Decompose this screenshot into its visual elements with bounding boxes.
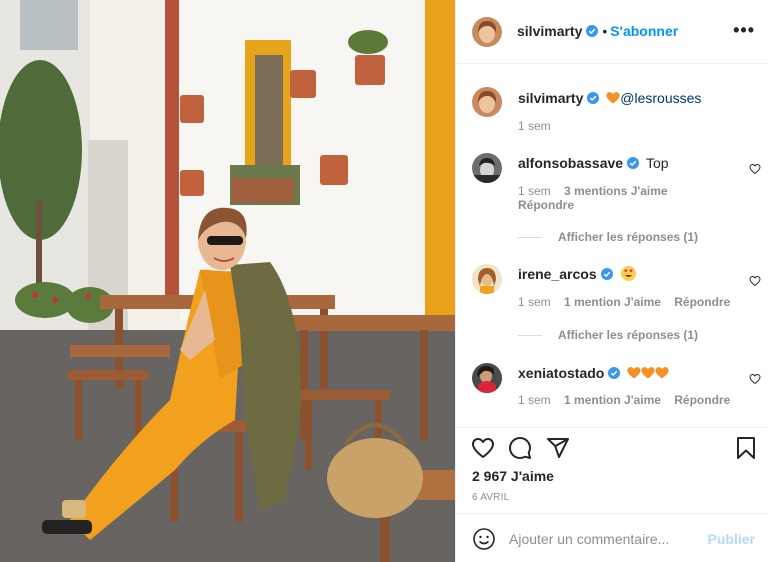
comment-item: alfonsobassave Top 1 sem 3 mentions J'ai… <box>456 145 768 255</box>
comment-meta: 1 sem 3 mentions J'aime <box>518 184 668 198</box>
comment-text: alfonsobassave Top <box>518 155 669 171</box>
comment-time[interactable]: 1 sem <box>518 184 551 198</box>
verified-badge-icon <box>587 92 600 104</box>
comment-likes-count[interactable]: 1 mention J'aime <box>564 393 661 407</box>
orange-heart-emoji <box>606 91 620 104</box>
view-replies-button[interactable]: Afficher les réponses (1) <box>518 230 698 244</box>
view-replies-label: Afficher les réponses (1) <box>558 230 699 244</box>
orange-hearts-emoji <box>627 365 669 381</box>
caption-time[interactable]: 1 sem <box>518 119 551 133</box>
comment-like-heart-icon[interactable] <box>749 275 761 287</box>
post-actions: 2 967 J'aime 6 AVRIL <box>456 427 768 513</box>
comment-text: xeniatostado <box>518 365 669 381</box>
commenter-avatar[interactable] <box>472 153 502 183</box>
reply-button[interactable]: Répondre <box>674 295 730 309</box>
comment-like-heart-icon[interactable] <box>749 163 761 175</box>
verified-badge-icon <box>600 268 613 280</box>
verified-badge-icon <box>586 25 599 37</box>
caption-text: silvimarty @lesrousses <box>518 90 701 106</box>
divider-line <box>518 335 542 337</box>
heart-eyes-emoji <box>620 266 636 281</box>
comment-composer: Publier <box>456 513 768 562</box>
comment-time[interactable]: 1 sem <box>518 393 551 407</box>
comment-bubble-icon[interactable] <box>508 436 532 460</box>
paper-plane-icon[interactable] <box>546 436 570 460</box>
bookmark-icon[interactable] <box>734 436 758 460</box>
comment-time[interactable]: 1 sem <box>518 295 551 309</box>
view-replies-label: Afficher les réponses (1) <box>558 328 699 342</box>
divider-line <box>518 237 542 239</box>
commenter-avatar[interactable] <box>472 264 502 294</box>
comment-username[interactable]: xeniatostado <box>518 365 604 381</box>
author-username[interactable]: silvimarty <box>517 23 582 39</box>
follow-button[interactable]: S'abonner <box>610 23 678 39</box>
post-photo[interactable] <box>0 0 455 562</box>
caption-meta: 1 sem <box>518 119 551 133</box>
orange-heart-emoji <box>641 366 655 379</box>
caption-mention[interactable]: @lesrousses <box>620 90 701 106</box>
comment-item: irene_arcos 1 sem 1 mention J'aime Répon… <box>456 255 768 355</box>
comments-section[interactable]: silvimarty @lesrousses 1 sem alfonsobass… <box>456 65 768 427</box>
likes-count[interactable]: 2 967 J'aime <box>472 468 554 484</box>
caption-username[interactable]: silvimarty <box>518 90 583 106</box>
comment-body: Top <box>645 155 669 171</box>
comment-item: xeniatostado 1 sem 1 mention J'aime Répo… <box>456 355 768 427</box>
comment-username[interactable]: alfonsobassave <box>518 155 623 171</box>
comment-meta: 1 sem 1 mention J'aime Répondre <box>518 393 730 407</box>
publish-button[interactable]: Publier <box>708 531 755 547</box>
verified-badge-icon <box>608 367 621 379</box>
post-header: silvimarty • S'abonner ••• <box>456 0 768 64</box>
verified-badge-icon <box>627 157 640 169</box>
comment-like-heart-icon[interactable] <box>749 373 761 385</box>
reply-button[interactable]: Répondre <box>674 393 730 407</box>
comment-meta: 1 sem 1 mention J'aime Répondre <box>518 295 730 309</box>
comment-username[interactable]: irene_arcos <box>518 266 597 282</box>
separator-dot: • <box>602 23 608 39</box>
avatar-image <box>472 17 502 47</box>
post-image <box>0 0 455 562</box>
header-user-line: silvimarty • S'abonner <box>517 23 678 39</box>
post-date[interactable]: 6 AVRIL <box>472 492 509 503</box>
caption-avatar[interactable] <box>472 87 502 117</box>
caption: silvimarty @lesrousses 1 sem <box>456 65 768 145</box>
heart-icon[interactable] <box>471 436 495 460</box>
orange-heart-emoji <box>655 366 669 379</box>
post-panel: silvimarty • S'abonner ••• silvimarty @les… <box>455 0 768 562</box>
comment-likes-count[interactable]: 1 mention J'aime <box>564 295 661 309</box>
comment-likes-count[interactable]: 3 mentions J'aime <box>564 184 668 198</box>
view-replies-button[interactable]: Afficher les réponses (1) <box>518 328 698 342</box>
reply-button[interactable]: Répondre <box>518 198 574 212</box>
comment-text: irene_arcos <box>518 266 636 282</box>
orange-heart-emoji <box>627 366 641 379</box>
author-avatar[interactable] <box>472 17 502 47</box>
more-options-icon[interactable]: ••• <box>733 21 755 39</box>
commenter-avatar[interactable] <box>472 363 502 393</box>
smiley-icon[interactable] <box>472 527 496 551</box>
comment-input[interactable] <box>509 529 699 549</box>
